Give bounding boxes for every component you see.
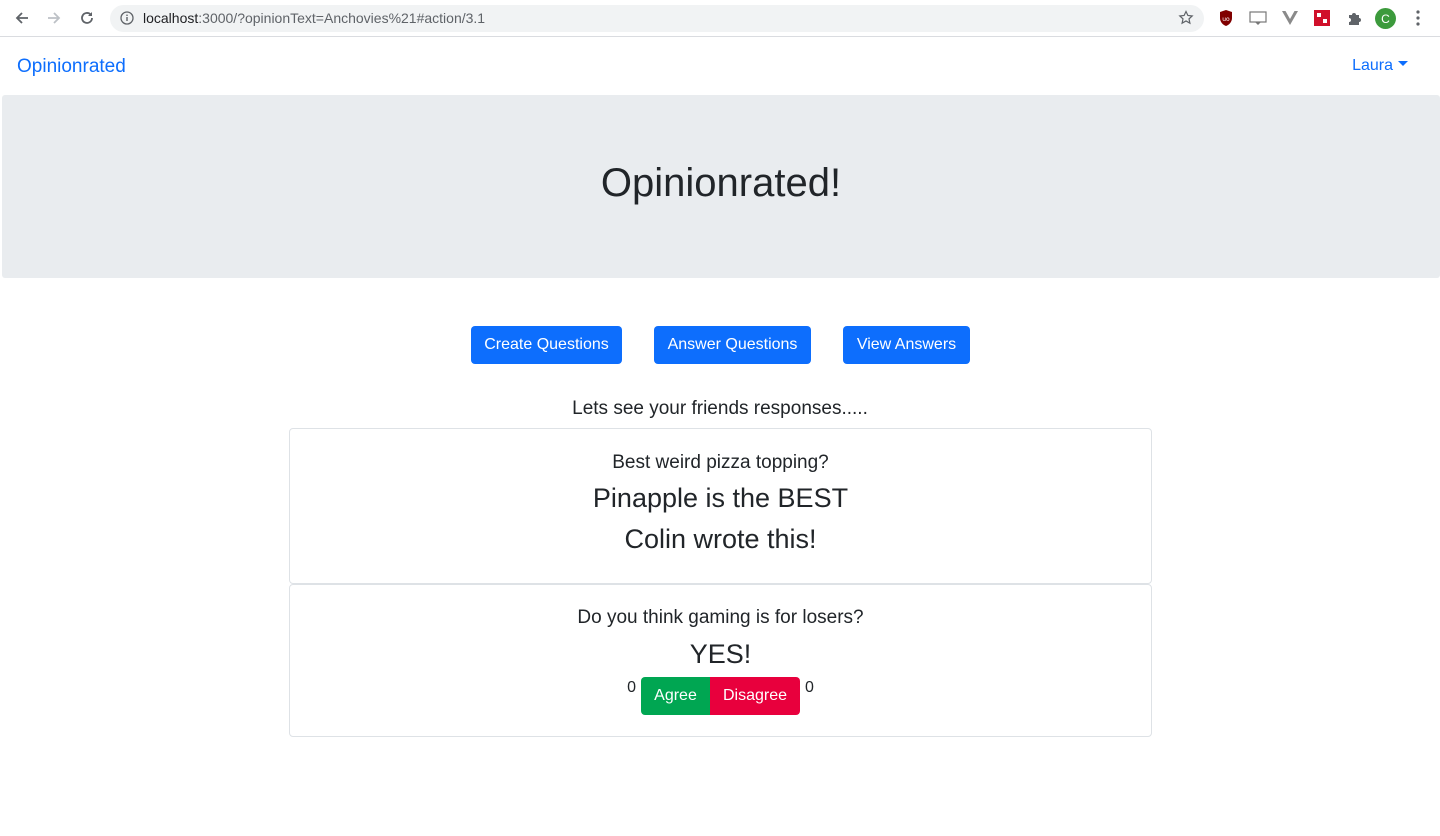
vue-icon[interactable] [1281, 9, 1299, 27]
feed-heading: Lets see your friends responses..... [572, 398, 868, 419]
browser-toolbar: localhost:3000/?opinionText=Anchovies%21… [0, 0, 1440, 37]
card-author: Colin wrote this! [624, 524, 817, 554]
user-dropdown[interactable]: Laura [1352, 57, 1408, 75]
create-questions-button[interactable]: Create Questions [471, 326, 622, 364]
user-name: Laura [1352, 57, 1393, 74]
vote-row: 0 Agree Disagree 0 [290, 677, 1151, 715]
info-icon[interactable] [120, 11, 134, 25]
kebab-icon[interactable] [1410, 9, 1426, 27]
hero-banner: Opinionrated! [2, 95, 1440, 278]
svg-text:uo: uo [1222, 16, 1230, 23]
agree-count: 0 [627, 679, 636, 696]
url-text: localhost:3000/?opinionText=Anchovies%21… [143, 10, 486, 26]
disagree-count: 0 [805, 679, 814, 696]
caret-down-icon [1398, 61, 1408, 67]
profile-avatar[interactable]: C [1375, 8, 1396, 29]
card-answer: YES! [689, 639, 752, 669]
extension-icon[interactable] [1313, 9, 1331, 27]
action-buttons: Create Questions Answer Questions View A… [0, 326, 1440, 364]
card-question: Best weird pizza topping? [612, 452, 829, 473]
response-card: Do you think gaming is for losers? YES! … [289, 584, 1152, 737]
back-icon[interactable] [11, 7, 33, 29]
response-card: Best weird pizza topping? Pinapple is th… [289, 428, 1152, 584]
agree-button[interactable]: Agree [641, 677, 710, 715]
card-question: Do you think gaming is for losers? [577, 607, 864, 628]
navbar: Opinionrated Laura [0, 37, 1440, 94]
brand-link[interactable]: Opinionrated [17, 56, 126, 78]
star-icon[interactable] [1178, 10, 1194, 31]
answer-questions-button[interactable]: Answer Questions [654, 326, 811, 364]
card-answer: Pinapple is the BEST [592, 483, 849, 513]
forward-icon[interactable] [43, 7, 65, 29]
view-answers-button[interactable]: View Answers [843, 326, 970, 364]
hero-title: Opinionrated! [600, 161, 842, 205]
puzzle-icon[interactable] [1345, 9, 1363, 27]
reload-icon[interactable] [76, 7, 98, 29]
extension-icon[interactable] [1249, 9, 1267, 27]
disagree-button[interactable]: Disagree [710, 677, 800, 715]
ublock-icon[interactable]: uo [1217, 9, 1235, 27]
address-bar[interactable]: localhost:3000/?opinionText=Anchovies%21… [110, 5, 1204, 32]
